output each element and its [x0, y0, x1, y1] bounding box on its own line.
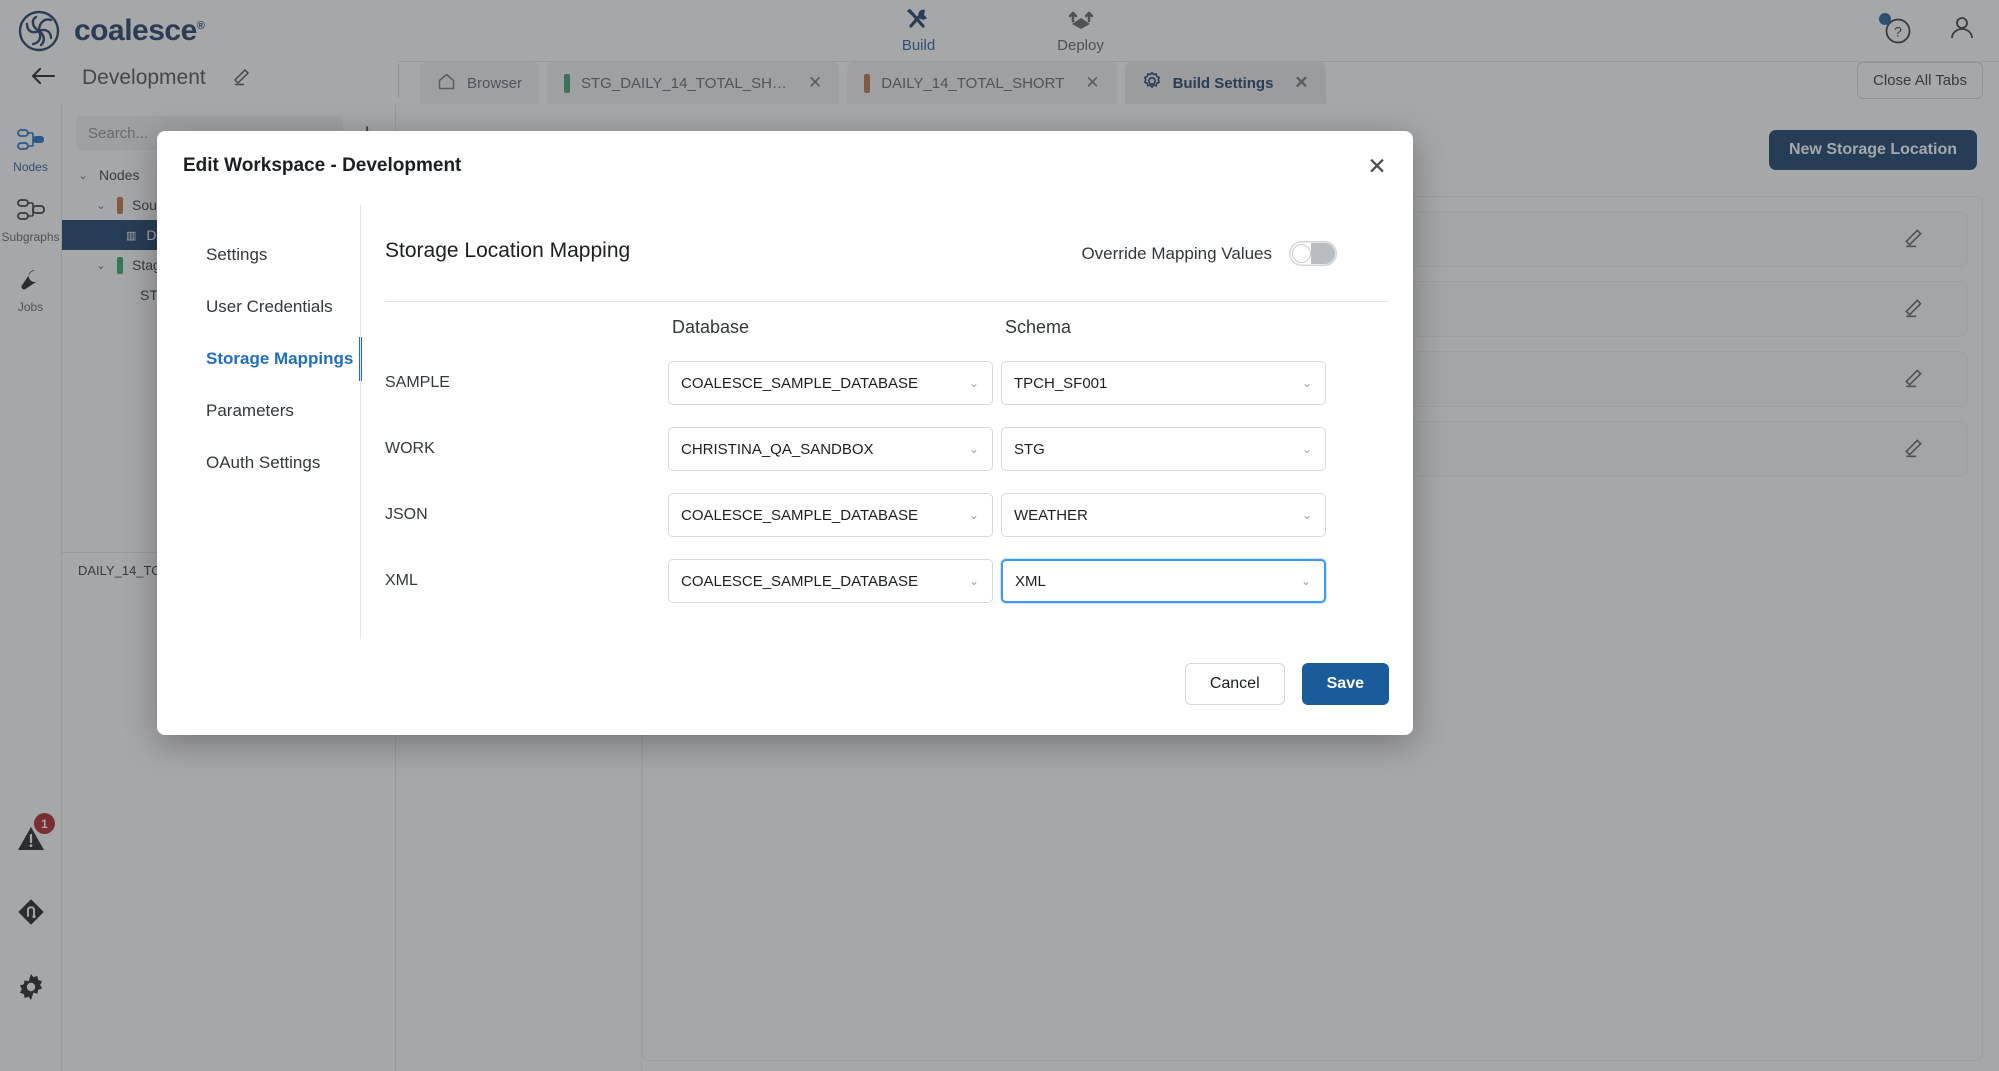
modal-title: Edit Workspace - Development [183, 155, 461, 177]
mapping-row-sample: SAMPLE COALESCE_SAMPLE_DATABASE ⌄ TPCH_S… [361, 361, 1413, 409]
schema-select-json[interactable]: WEATHER ⌄ [1001, 493, 1326, 537]
section-title: Storage Location Mapping [385, 239, 630, 263]
database-select-value: CHRISTINA_QA_SANDBOX [681, 441, 874, 458]
chevron-down-icon: ⌄ [1301, 574, 1311, 588]
schema-select-work[interactable]: STG ⌄ [1001, 427, 1326, 471]
close-icon[interactable]: ✕ [1363, 152, 1391, 180]
chevron-down-icon: ⌄ [1302, 376, 1312, 390]
application-root: coalesce® Build [0, 0, 1999, 1071]
database-select-xml[interactable]: COALESCE_SAMPLE_DATABASE ⌄ [668, 559, 993, 603]
override-mapping-label: Override Mapping Values [1081, 244, 1272, 264]
mapping-row-label: WORK [385, 440, 435, 458]
modal-actions: Cancel Save [1185, 663, 1389, 705]
chevron-down-icon: ⌄ [969, 508, 979, 522]
mapping-row-xml: XML COALESCE_SAMPLE_DATABASE ⌄ XML ⌄ [361, 559, 1413, 607]
modal-nav-item-storage-mappings[interactable]: Storage Mappings [157, 333, 361, 385]
schema-select-xml[interactable]: XML ⌄ [1001, 559, 1326, 603]
database-select-value: COALESCE_SAMPLE_DATABASE [681, 375, 918, 392]
save-button[interactable]: Save [1302, 663, 1389, 705]
mapping-row-work: WORK CHRISTINA_QA_SANDBOX ⌄ STG ⌄ [361, 427, 1413, 475]
schema-select-value: XML [1015, 573, 1046, 590]
schema-select-sample[interactable]: TPCH_SF001 ⌄ [1001, 361, 1326, 405]
modal-nav-item-oauth-settings[interactable]: OAuth Settings [157, 437, 361, 489]
modal-body: Storage Location Mapping Override Mappin… [361, 205, 1413, 735]
mapping-row-json: JSON COALESCE_SAMPLE_DATABASE ⌄ WEATHER … [361, 493, 1413, 541]
database-select-value: COALESCE_SAMPLE_DATABASE [681, 573, 918, 590]
database-select-value: COALESCE_SAMPLE_DATABASE [681, 507, 918, 524]
override-mapping-toggle[interactable] [1289, 241, 1337, 266]
section-divider [385, 301, 1389, 302]
chevron-down-icon: ⌄ [1302, 442, 1312, 456]
modal-nav-item-user-credentials[interactable]: User Credentials [157, 281, 361, 333]
schema-select-value: TPCH_SF001 [1014, 375, 1107, 392]
database-select-sample[interactable]: COALESCE_SAMPLE_DATABASE ⌄ [668, 361, 993, 405]
mapping-row-label: XML [385, 572, 418, 590]
modal-nav: Settings User Credentials Storage Mappin… [157, 205, 361, 639]
edit-workspace-modal: Edit Workspace - Development ✕ Settings … [157, 131, 1413, 735]
cancel-button[interactable]: Cancel [1185, 663, 1285, 705]
column-header-database: Database [672, 317, 749, 338]
database-select-json[interactable]: COALESCE_SAMPLE_DATABASE ⌄ [668, 493, 993, 537]
modal-nav-item-settings[interactable]: Settings [157, 229, 361, 281]
chevron-down-icon: ⌄ [969, 376, 979, 390]
override-mapping-group: Override Mapping Values [1081, 241, 1337, 266]
column-headers: Database Schema [361, 317, 1413, 349]
chevron-down-icon: ⌄ [969, 442, 979, 456]
modal-nav-item-parameters[interactable]: Parameters [157, 385, 361, 437]
chevron-down-icon: ⌄ [1302, 508, 1312, 522]
mapping-row-label: JSON [385, 506, 428, 524]
schema-select-value: STG [1014, 441, 1045, 458]
column-header-schema: Schema [1005, 317, 1071, 338]
mapping-row-label: SAMPLE [385, 374, 450, 392]
chevron-down-icon: ⌄ [969, 574, 979, 588]
toggle-knob [1292, 244, 1311, 263]
schema-select-value: WEATHER [1014, 507, 1088, 524]
database-select-work[interactable]: CHRISTINA_QA_SANDBOX ⌄ [668, 427, 993, 471]
